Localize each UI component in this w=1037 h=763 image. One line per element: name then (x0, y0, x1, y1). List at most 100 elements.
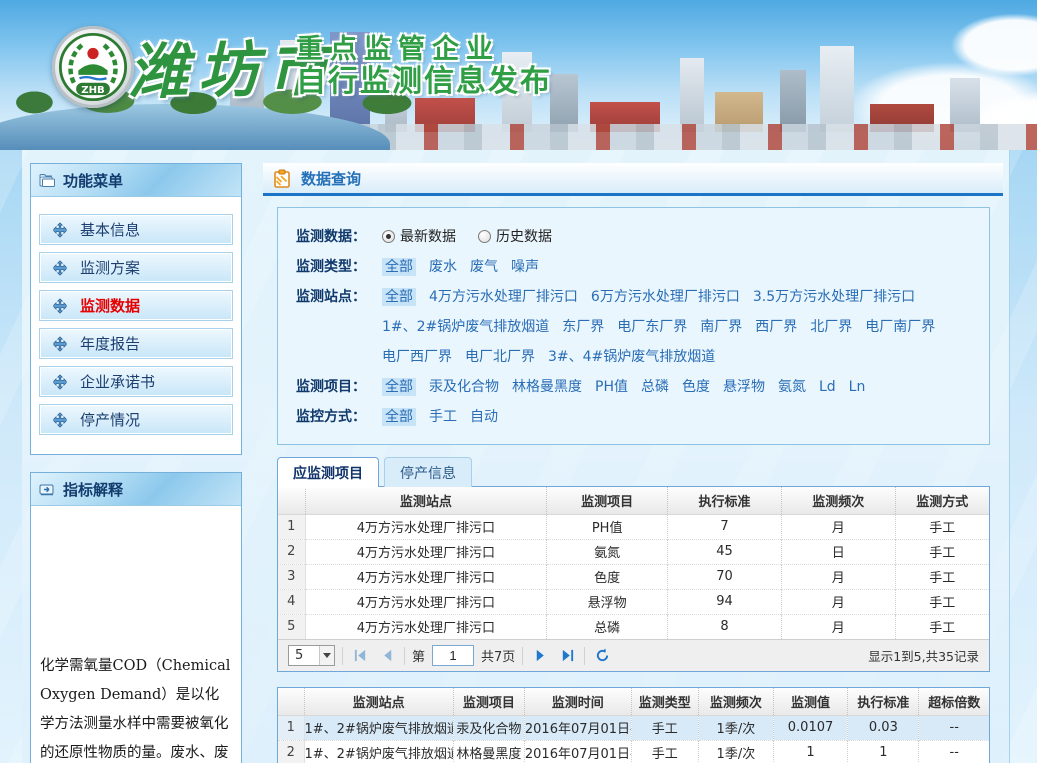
filter-option-link[interactable]: Ld (819, 379, 836, 395)
filter-option-link[interactable]: 全部 (382, 378, 416, 396)
filter-option-link[interactable]: 全部 (382, 258, 416, 276)
column-header: 监测时间 (524, 688, 631, 715)
radio-button-icon[interactable] (478, 230, 491, 243)
function-menu-panel: 功能菜单 基本信息 监测方案 监测数据 年度报告 (30, 163, 242, 455)
last-page-button[interactable] (557, 646, 577, 666)
table-cell: -- (919, 715, 989, 740)
filter-option-link[interactable]: 东厂界 (562, 319, 604, 335)
indicator-panel-title: 指标解释 (63, 479, 123, 500)
radio-option[interactable]: 历史数据 (478, 229, 552, 245)
sidebar-item-annual-report[interactable]: 年度报告 (39, 328, 233, 359)
page-prefix-label: 第 (412, 646, 425, 665)
filter-label: 监测类型： (296, 252, 382, 282)
filter-options: 全部汞及化合物林格曼黑度 PH值总磷色度悬浮物氨氮 Ld Ln (382, 372, 971, 402)
filter-option-link[interactable]: 废水 (429, 259, 457, 275)
book-export-icon (39, 482, 56, 497)
table-header-row: 监测站点监测项目监测时间监测类型监测频次监测值执行标准超标倍数 (278, 688, 989, 715)
filter-option-link[interactable]: 1#、2#锅炉废气排放烟道 (382, 319, 549, 335)
table-cell: 4万方污水处理厂排污口 (305, 614, 547, 639)
column-header: 监测方式 (895, 487, 989, 514)
filter-label: 监控方式： (296, 402, 382, 432)
filter-option-link[interactable]: 色度 (682, 379, 710, 395)
sidebar-item-monitor-data[interactable]: 监测数据 (39, 290, 233, 321)
prev-page-button[interactable] (377, 646, 397, 666)
column-header (278, 487, 305, 514)
filter-option-link[interactable]: 总磷 (641, 379, 669, 395)
filter-option-link[interactable]: Ln (849, 379, 866, 395)
tab-monitor-items[interactable]: 应监测项目 (277, 457, 379, 487)
clipboard-icon (273, 169, 291, 188)
filter-option-link[interactable]: 北厂界 (810, 319, 852, 335)
filter-option-link[interactable]: 南厂界 (700, 319, 742, 335)
filter-label: 监测数据： (296, 222, 382, 252)
filter-option-link[interactable]: 自动 (470, 409, 498, 425)
filter-option-link[interactable]: 电厂南厂界 (865, 319, 935, 335)
records-summary: 显示1到5,共35记录 (868, 646, 979, 665)
page-size-select[interactable]: 5 (288, 645, 335, 666)
filter-option-link[interactable]: 悬浮物 (723, 379, 765, 395)
sidebar-item-basic-info[interactable]: 基本信息 (39, 214, 233, 245)
filter-option-link[interactable]: PH值 (595, 379, 628, 395)
sidebar-item-commitment[interactable]: 企业承诺书 (39, 366, 233, 397)
table-cell: 手工 (895, 589, 989, 614)
table-cell: 日 (781, 539, 895, 564)
sidebar-item-monitor-plan[interactable]: 监测方案 (39, 252, 233, 283)
filter-option-link[interactable]: 噪声 (511, 259, 539, 275)
table-cell: 7 (668, 514, 782, 539)
filter-option-link[interactable]: 氨氮 (778, 379, 806, 395)
sidebar-item-shutdown-status[interactable]: 停产情况 (39, 404, 233, 435)
filter-option-link[interactable]: 全部 (382, 288, 416, 306)
divider (522, 647, 523, 665)
table-cell: 94 (668, 589, 782, 614)
filter-option-link[interactable]: 电厂西厂界 (382, 349, 452, 365)
total-pages-label: 共7页 (481, 646, 515, 665)
table-cell: 70 (668, 564, 782, 589)
filter-option-link[interactable]: 3#、4#锅炉废气排放烟道 (548, 349, 715, 365)
table-cell: 手工 (895, 514, 989, 539)
table-cell: 0.0107 (773, 715, 848, 740)
filter-panel: 监测数据：最新数据历史数据监测类型：全部废水废气噪声监测站点：全部4万方污水处理… (277, 207, 990, 445)
sidebar-item-label: 年度报告 (80, 333, 140, 354)
menu-panel-title: 功能菜单 (63, 170, 123, 191)
monitor-values-grid: 监测站点监测项目监测时间监测类型监测频次监测值执行标准超标倍数 11#、2#锅炉… (277, 687, 990, 763)
table-cell: 4万方污水处理厂排污口 (305, 589, 547, 614)
table-row: 54万方污水处理厂排污口总磷8月手工 (278, 614, 989, 639)
table-cell: 4万方污水处理厂排污口 (305, 539, 547, 564)
filter-option-link[interactable]: 林格曼黑度 (512, 379, 582, 395)
filter-row: 监测数据：最新数据 历史数据 (296, 222, 971, 252)
filter-row: 监控方式：全部手工自动 (296, 402, 971, 432)
filter-option-link[interactable]: 手工 (429, 409, 457, 425)
first-page-button[interactable] (350, 646, 370, 666)
pagination-bar: 5 第 共7页 (278, 639, 989, 671)
filter-option-link[interactable]: 电厂东厂界 (617, 319, 687, 335)
filter-option-link[interactable]: 3.5万方污水处理厂排污口 (753, 289, 915, 305)
radio-button-icon[interactable] (382, 230, 395, 243)
tab-shutdown-info[interactable]: 停产信息 (384, 457, 472, 487)
refresh-button[interactable] (592, 646, 612, 666)
filter-row: 监测项目：全部汞及化合物林格曼黑度PH值总磷色度悬浮物氨氮LdLn (296, 372, 971, 402)
page-number-input[interactable] (432, 645, 474, 666)
filter-row: 监测类型：全部废水废气噪声 (296, 252, 971, 282)
filter-option-link[interactable]: 4万方污水处理厂排污口 (429, 289, 578, 305)
environmental-bureau-logo: ZHB (52, 26, 134, 108)
compass-arrows-icon (52, 336, 68, 352)
filter-option-link[interactable]: 电厂北厂界 (465, 349, 535, 365)
next-page-button[interactable] (530, 646, 550, 666)
compass-arrows-icon (52, 298, 68, 314)
filter-option-link[interactable]: 全部 (382, 408, 416, 426)
refresh-icon (595, 648, 610, 663)
table-cell: 1#、2#锅炉废气排放烟道 (304, 740, 453, 763)
next-page-icon (533, 648, 548, 663)
page-size-value: 5 (289, 648, 319, 663)
data-query-title: 数据查询 (301, 168, 361, 189)
column-header: 执行标准 (668, 487, 782, 514)
logo-text: ZHB (81, 85, 105, 96)
filter-option-link[interactable]: 6万方污水处理厂排污口 (591, 289, 740, 305)
filter-option-link[interactable]: 废气 (470, 259, 498, 275)
table-header-row: 监测站点监测项目执行标准监测频次监测方式 (278, 487, 989, 514)
sidebar-item-label: 基本信息 (80, 219, 140, 240)
filter-option-link[interactable]: 汞及化合物 (429, 379, 499, 395)
menu-panel-header: 功能菜单 (31, 164, 241, 197)
filter-option-link[interactable]: 西厂界 (755, 319, 797, 335)
radio-option[interactable]: 最新数据 (382, 229, 456, 245)
